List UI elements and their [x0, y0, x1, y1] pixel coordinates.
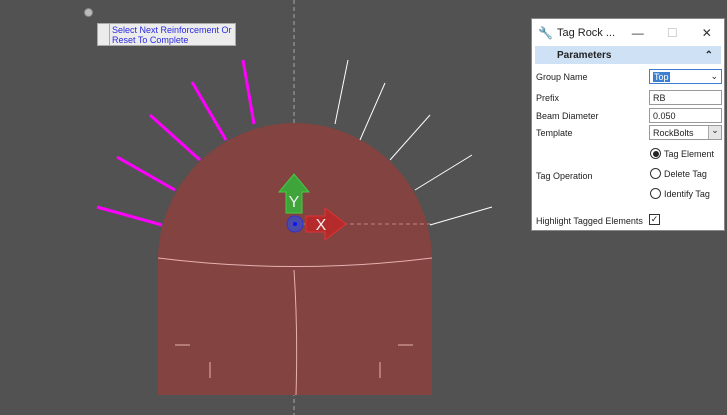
- tooltip-line1: Select Next Reinforcement Or: [112, 25, 232, 35]
- beam-diameter-value: 0.050: [653, 110, 676, 121]
- origin-dot: [293, 222, 297, 226]
- chevron-down-icon: ⌄: [710, 71, 718, 81]
- tooltip-line2: Reset To Complete: [112, 35, 189, 45]
- template-label: Template: [536, 128, 573, 138]
- radio-label: Delete Tag: [664, 168, 707, 179]
- tunnel-section[interactable]: [158, 123, 432, 395]
- template-select[interactable]: RockBolts ⌄: [649, 125, 722, 140]
- cursor-icon: [84, 8, 93, 17]
- wrench-icon: 🔧: [538, 25, 553, 40]
- minimize-button[interactable]: —: [621, 26, 656, 40]
- chevron-down-icon[interactable]: ⌄: [708, 126, 721, 139]
- radio-selected-icon[interactable]: [650, 148, 661, 159]
- highlight-checkbox[interactable]: ✓: [649, 214, 660, 225]
- radio-tag-element[interactable]: Tag Element: [650, 148, 714, 159]
- section-title: Parameters: [557, 49, 612, 61]
- group-name-value: Top: [653, 71, 670, 82]
- radio-icon[interactable]: [650, 168, 661, 179]
- y-axis-label: Y: [289, 194, 300, 211]
- tag-operation-label: Tag Operation: [536, 171, 593, 181]
- prompt-tooltip: Select Next Reinforcement Or Reset To Co…: [97, 23, 236, 46]
- beam-diameter-label: Beam Diameter: [536, 111, 599, 121]
- radio-label: Tag Element: [664, 148, 715, 159]
- group-name-select[interactable]: Top ⌄: [649, 69, 722, 84]
- maximize-button[interactable]: ☐: [655, 26, 690, 40]
- x-axis-label: X: [316, 217, 327, 234]
- template-value: RockBolts: [653, 127, 694, 138]
- prefix-label: Prefix: [536, 93, 560, 103]
- radio-identify-tag[interactable]: Identify Tag: [650, 188, 710, 199]
- radio-delete-tag[interactable]: Delete Tag: [650, 168, 707, 179]
- tag-rock-bolts-dialog: 🔧 Tag Rock ... — ☐ ✕ Parameters ⌃ Group …: [531, 18, 725, 231]
- radio-icon[interactable]: [650, 188, 661, 199]
- prefix-value: RB: [653, 92, 666, 103]
- collapse-icon[interactable]: ⌃: [705, 50, 713, 61]
- parameters-section-header[interactable]: Parameters ⌃: [535, 46, 721, 64]
- beam-diameter-input[interactable]: 0.050: [649, 108, 722, 123]
- group-name-label: Group Name: [536, 72, 588, 82]
- dialog-title: Tag Rock ...: [556, 26, 616, 39]
- radio-label: Identify Tag: [664, 188, 710, 199]
- close-button[interactable]: ✕: [690, 26, 725, 40]
- highlight-label: Highlight Tagged Elements: [536, 216, 643, 226]
- title-bar[interactable]: 🔧 Tag Rock ... — ☐ ✕: [532, 19, 724, 46]
- prefix-input[interactable]: RB: [649, 90, 722, 105]
